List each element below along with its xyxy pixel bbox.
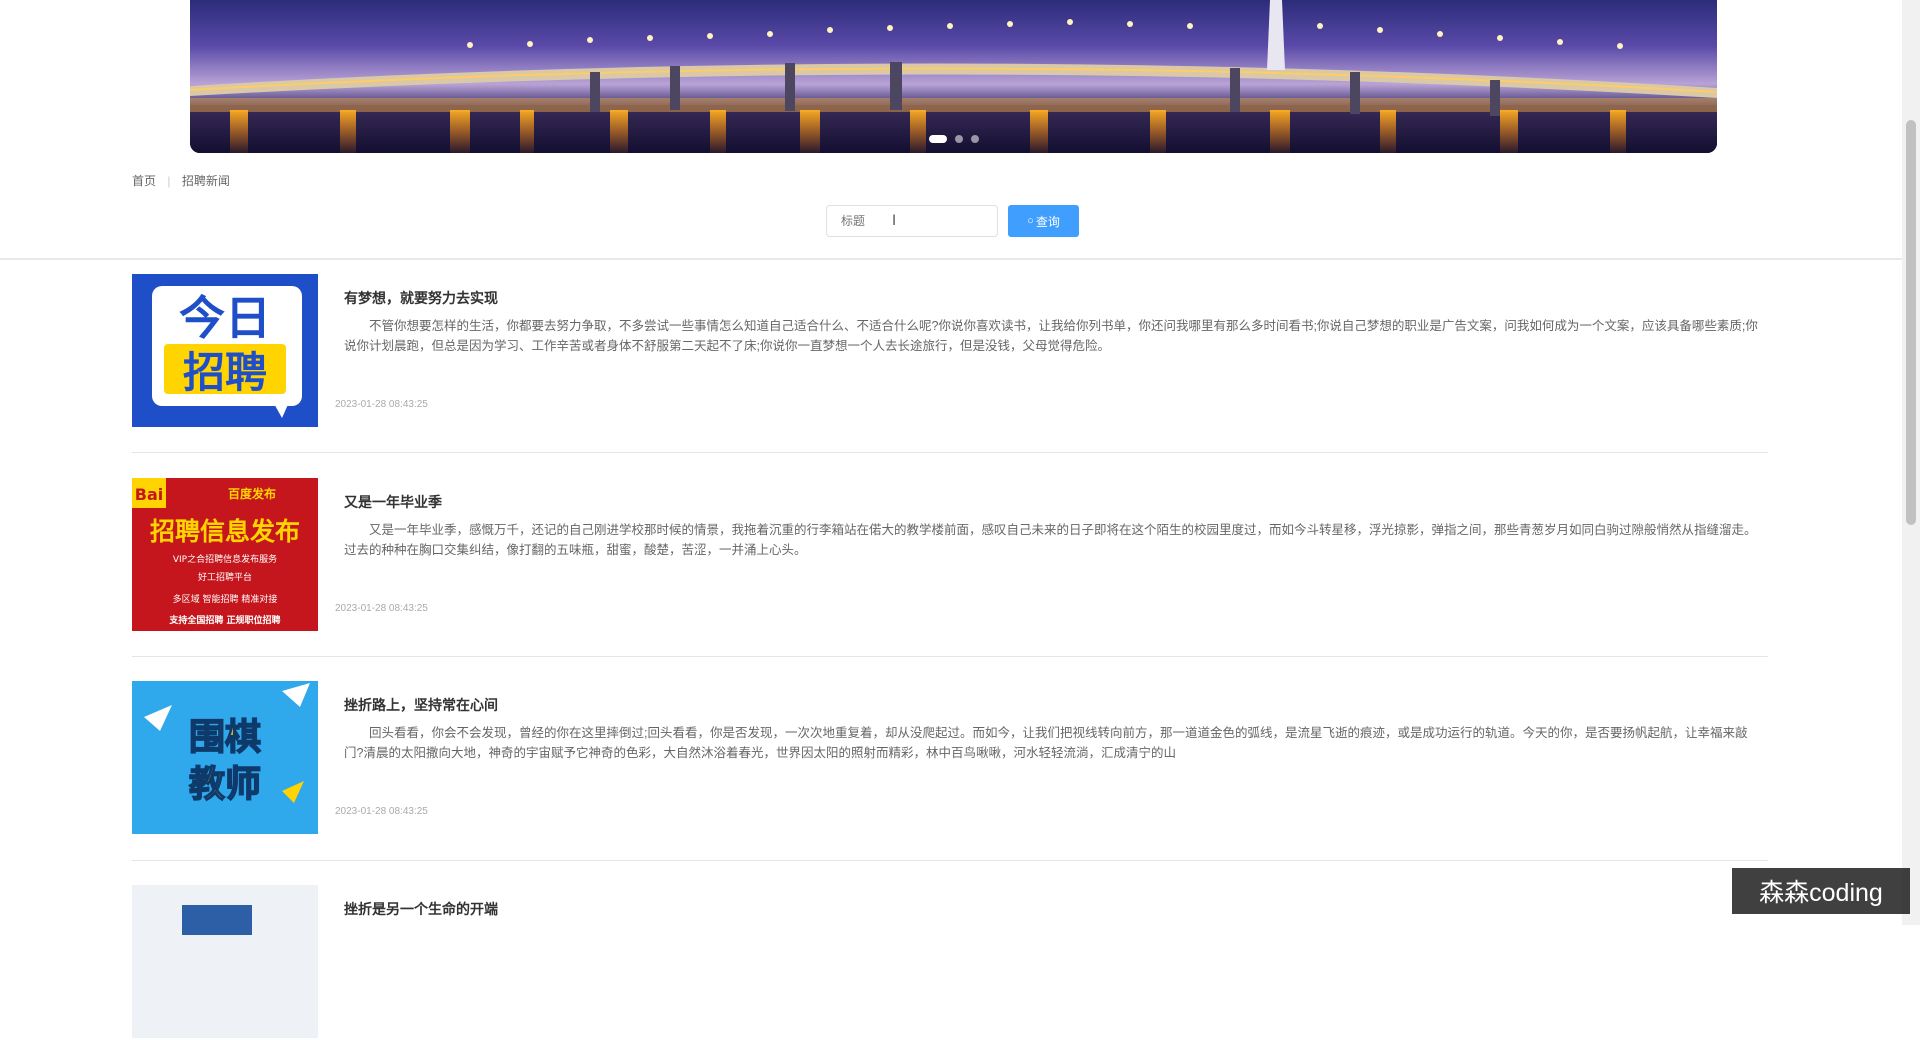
thumb-text-5: 支持全国招聘 正规职位招聘 <box>168 614 280 626</box>
search-input[interactable] <box>826 205 998 237</box>
scrollbar-thumb[interactable] <box>1906 120 1916 525</box>
text-cursor-icon: I <box>892 213 897 229</box>
thumb-text-2: 教师 <box>189 764 261 805</box>
breadcrumb-current: 招聘新闻 <box>181 174 230 188</box>
banner-carousel[interactable] <box>190 0 1717 153</box>
news-item[interactable]: Bai 百度发布 招聘信息发布 VIP之合招聘信息发布服务 好工招聘平台 多区域… <box>132 478 1768 633</box>
news-date: 2023-01-28 08:43:25 <box>335 603 428 614</box>
news-divider <box>132 656 1768 657</box>
search-button[interactable]: ○ 查询 <box>1008 205 1079 237</box>
carousel-dot-3[interactable] <box>970 135 979 143</box>
breadcrumb-separator: | <box>167 174 171 188</box>
thumb-text-3: 好工招聘平台 <box>198 571 252 583</box>
section-divider <box>0 258 1902 260</box>
thumb-badge: Bai <box>135 485 163 504</box>
news-thumbnail[interactable]: Bai 百度发布 招聘信息发布 VIP之合招聘信息发布服务 好工招聘平台 多区域… <box>132 478 318 631</box>
news-item[interactable]: 围棋 教师 挫折路上，坚持常在心间 回头看看，你会不会发现，曾经的你在这里摔倒过… <box>132 681 1768 836</box>
carousel-indicators <box>190 135 1717 143</box>
news-thumbnail[interactable]: 今日 招聘 <box>132 274 318 427</box>
news-title[interactable]: 又是一年毕业季 <box>344 492 442 512</box>
news-summary: 不管你想要怎样的生活，你都要去努力争取，不多尝试一些事情怎么知道自己适合什么、不… <box>344 319 1758 353</box>
news-thumbnail[interactable]: 围棋 教师 <box>132 681 318 834</box>
bridge-night-image <box>190 0 1717 153</box>
search-button-label: 查询 <box>1035 214 1060 229</box>
news-item[interactable]: 挫折是另一个生命的开端 <box>132 885 1768 1040</box>
thumb-text-1: 今日 <box>179 291 271 345</box>
news-thumbnail[interactable] <box>132 885 318 1038</box>
watermark: 森森coding <box>1732 868 1910 914</box>
thumb-tag: 百度发布 <box>228 486 276 501</box>
thumb-text-2: VIP之合招聘信息发布服务 <box>173 553 277 565</box>
news-item[interactable]: 今日 招聘 有梦想，就要努力去实现 不管你想要怎样的生活，你都要去努力争取，不多… <box>132 274 1768 429</box>
carousel-dot-1[interactable] <box>928 135 947 143</box>
news-summary: 回头看看，你会不会发现，曾经的你在这里摔倒过;回头看看，你是否发现，一次次地重复… <box>344 726 1748 760</box>
thumb-text-1: 围棋 <box>189 717 261 758</box>
thumb-text-2: 招聘 <box>183 348 267 397</box>
news-divider <box>132 860 1768 861</box>
news-summary: 又是一年毕业季，感慨万千，还记的自己刚进学校那时候的情景，我拖着沉重的行李箱站在… <box>344 523 1757 557</box>
news-title[interactable]: 有梦想，就要努力去实现 <box>344 288 498 308</box>
news-title[interactable]: 挫折路上，坚持常在心间 <box>344 695 498 715</box>
carousel-dot-2[interactable] <box>954 135 963 143</box>
news-title[interactable]: 挫折是另一个生命的开端 <box>344 899 498 919</box>
thumb-text-1: 招聘信息发布 <box>150 517 300 546</box>
breadcrumb-home[interactable]: 首页 <box>132 172 156 189</box>
search-icon: ○ <box>1027 215 1034 227</box>
news-date: 2023-01-28 08:43:25 <box>335 399 428 410</box>
news-date: 2023-01-28 08:43:25 <box>335 806 428 817</box>
thumb-text-4: 多区域 智能招聘 精准对接 <box>173 593 278 605</box>
news-divider <box>132 452 1768 453</box>
page-scrollbar[interactable] <box>1902 0 1920 925</box>
breadcrumb: 首页 | 招聘新闻 <box>132 172 230 189</box>
